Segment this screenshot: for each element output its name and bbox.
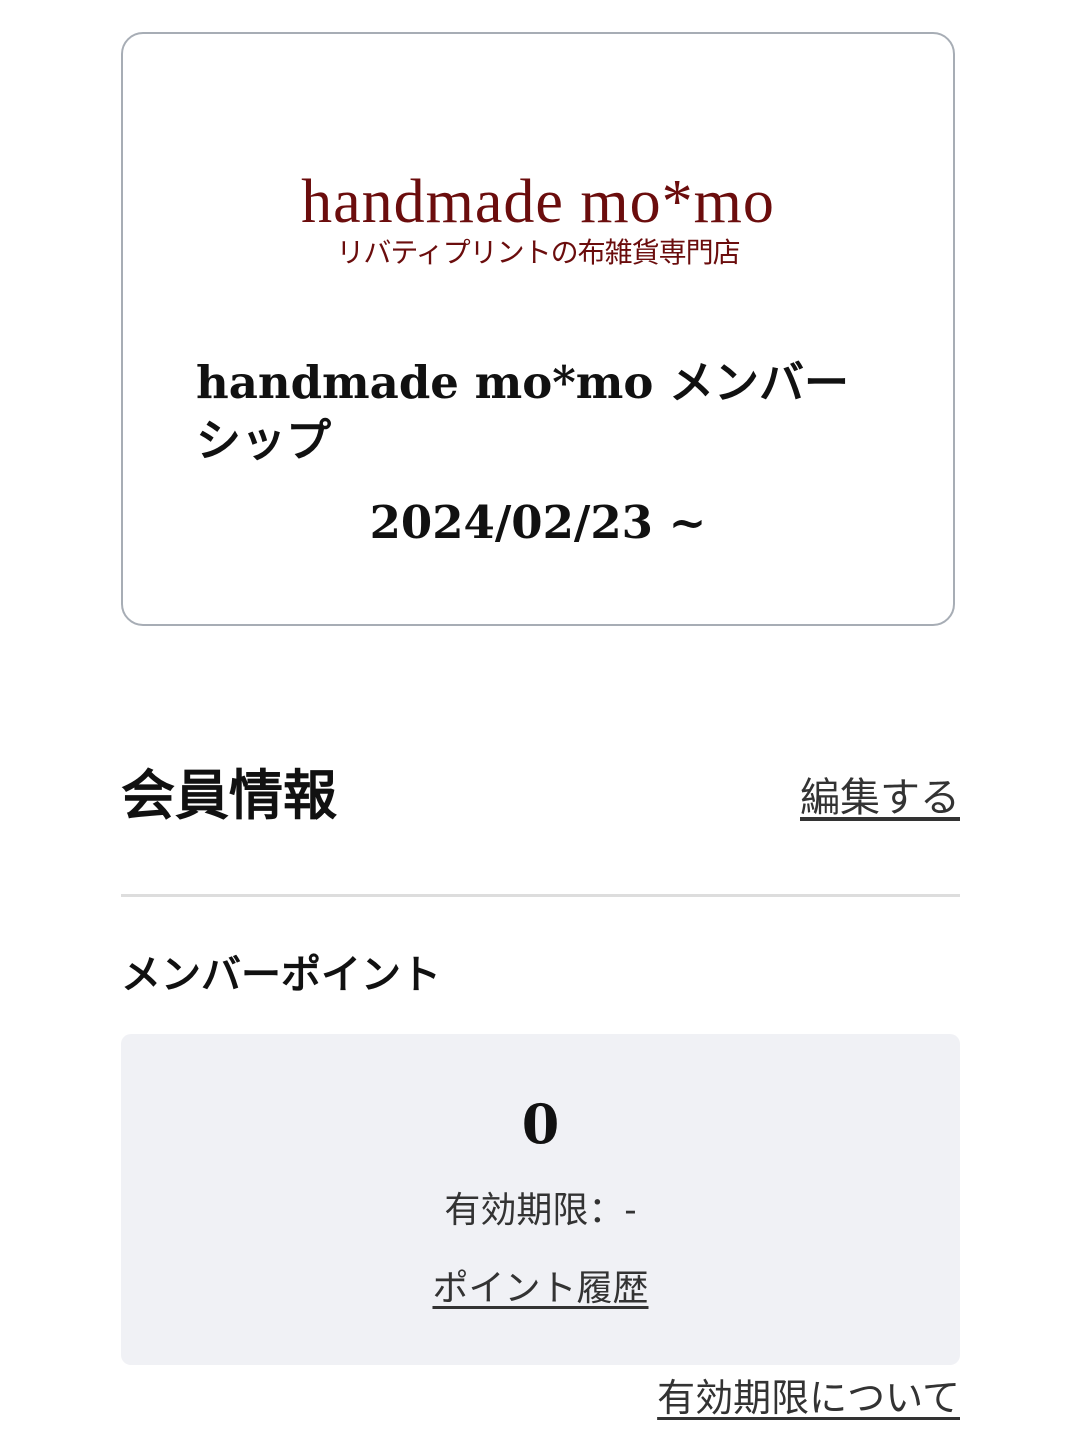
logo-main-text: handmade mo*mo [301, 168, 775, 236]
divider [121, 894, 960, 897]
member-info-header: 会員情報 編集する [121, 760, 960, 840]
member-info-title: 会員情報 [121, 763, 337, 827]
member-points-label: メンバーポイント [121, 951, 441, 998]
points-panel: 0 有効期限：- ポイント履歴 [121, 1034, 960, 1365]
about-expiry-link[interactable]: 有効期限について [657, 1370, 960, 1426]
edit-link[interactable]: 編集する [800, 768, 960, 828]
membership-card: handmade mo*mo リバティプリントの布雑貨専門店 handmade … [121, 32, 955, 626]
points-value: 0 [521, 1092, 560, 1156]
points-history-wrapper: ポイント履歴 [121, 1262, 960, 1316]
shop-logo: handmade mo*mo リバティプリントの布雑貨専門店 [123, 169, 953, 271]
points-expiry: 有効期限：- [444, 1190, 637, 1231]
membership-title: handmade mo*mo メンバーシップ [196, 356, 850, 467]
membership-start-date: 2024/02/23 ~ [369, 496, 707, 549]
points-history-link[interactable]: ポイント履歴 [432, 1268, 648, 1309]
logo-sub-text: リバティプリントの布雑貨専門店 [336, 236, 740, 269]
